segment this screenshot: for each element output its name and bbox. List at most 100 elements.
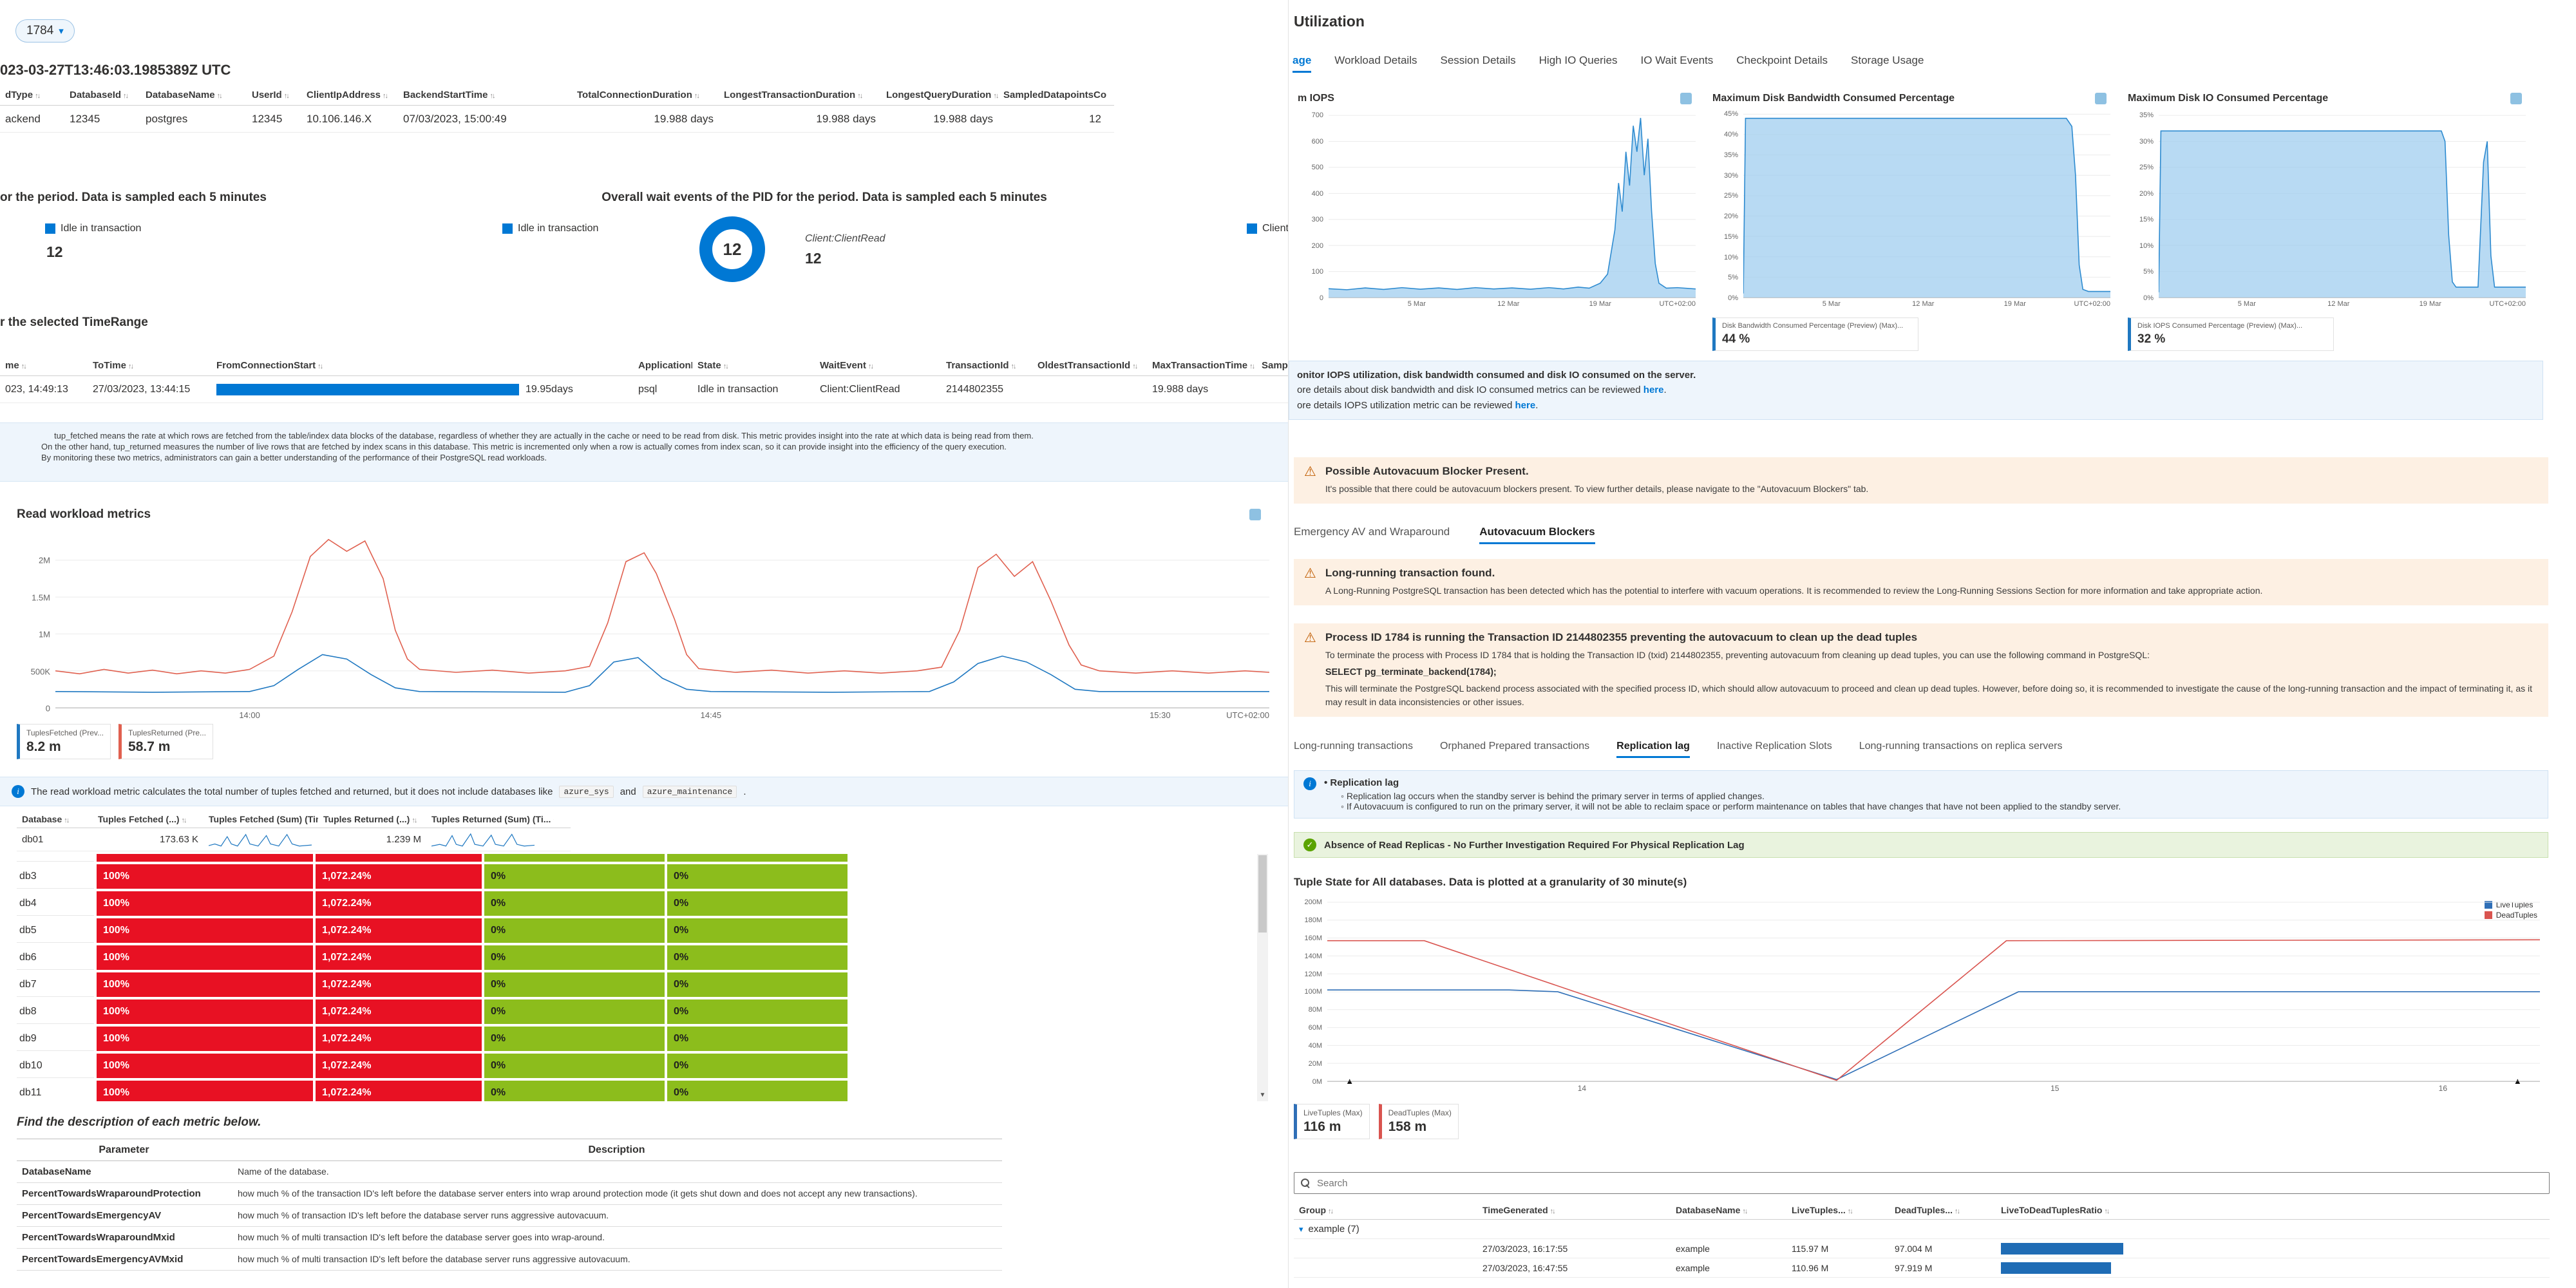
tab-storage-usage[interactable]: Storage Usage xyxy=(1851,54,1924,73)
legend-client[interactable]: Client xyxy=(1247,223,1288,234)
sort-icon[interactable]: ↑↓ xyxy=(217,92,223,100)
search-box[interactable] xyxy=(1294,1172,2550,1194)
tab-emergency-av-and-wraparound[interactable]: Emergency AV and Wraparound xyxy=(1294,526,1450,544)
chevron-down-icon[interactable]: ▾ xyxy=(1299,1224,1303,1235)
sort-icon[interactable]: ↑↓ xyxy=(1011,363,1017,370)
column-header[interactable]: Database ↑↓ xyxy=(17,812,93,826)
column-header[interactable]: LiveTuples... ↑↓ xyxy=(1786,1203,1889,1217)
wait-events-donut[interactable]: 12 xyxy=(699,216,765,282)
sort-icon[interactable]: ↑↓ xyxy=(857,92,863,100)
column-header[interactable]: WaitEvent ↑↓ xyxy=(815,358,941,373)
column-header[interactable]: Tuples Returned (...) ↑↓ xyxy=(318,812,426,826)
sort-icon[interactable]: ↑↓ xyxy=(64,817,70,824)
column-header[interactable]: Group ↑↓ xyxy=(1294,1203,1477,1217)
chart-plot[interactable]: LiveTuples DeadTuples ▲ ▲ xyxy=(1327,898,2540,1086)
tab-workload-details[interactable]: Workload Details xyxy=(1334,54,1417,73)
column-header[interactable]: me ↑↓ xyxy=(0,358,88,373)
sort-icon[interactable]: ↑↓ xyxy=(123,92,129,100)
tab-io-wait-events[interactable]: IO Wait Events xyxy=(1641,54,1714,73)
tab-inactive-replication-slots[interactable]: Inactive Replication Slots xyxy=(1717,741,1832,758)
sort-icon[interactable]: ↑↓ xyxy=(489,92,495,100)
column-header[interactable]: Sampled↑↓ xyxy=(1256,358,1288,373)
column-header[interactable]: ApplicationName↑↓ xyxy=(633,358,692,373)
scrollbar-thumb[interactable] xyxy=(1258,855,1267,933)
column-header[interactable]: TimeGenerated ↑↓ xyxy=(1477,1203,1671,1217)
vertical-scrollbar[interactable]: ▼ xyxy=(1257,854,1268,1101)
column-header[interactable]: LiveToDeadTuplesRatio ↑↓ xyxy=(1996,1203,2163,1217)
column-header[interactable]: DeadTuples... ↑↓ xyxy=(1889,1203,1996,1217)
tab-checkpoint-details[interactable]: Checkpoint Details xyxy=(1736,54,1828,73)
chart-plot[interactable] xyxy=(1743,110,2110,298)
column-header[interactable]: DatabaseName ↑↓ xyxy=(140,88,247,102)
search-input[interactable] xyxy=(1317,1177,2543,1189)
column-header[interactable]: MaxTransactionTime ↑↓ xyxy=(1147,358,1256,373)
sort-icon[interactable]: ↑↓ xyxy=(35,92,41,100)
tab-high-io-queries[interactable]: High IO Queries xyxy=(1539,54,1618,73)
column-header[interactable]: Tuples Fetched (Sum) (Tim...↑↓ xyxy=(204,812,318,826)
column-header[interactable]: UserId ↑↓ xyxy=(247,88,301,102)
sort-icon[interactable]: ↑↓ xyxy=(1848,1208,1853,1215)
pid-filter-pill[interactable]: 1784 ▾ xyxy=(15,19,75,43)
column-header-label: UserId xyxy=(252,90,282,100)
tab-autovacuum-blockers[interactable]: Autovacuum Blockers xyxy=(1479,526,1595,544)
pin-icon[interactable] xyxy=(1249,509,1261,520)
column-header[interactable]: dType ↑↓ xyxy=(0,88,64,102)
sort-icon[interactable]: ↑↓ xyxy=(1328,1208,1334,1215)
pin-icon[interactable] xyxy=(2095,93,2107,104)
chart-plot[interactable] xyxy=(2159,110,2526,298)
tab-orphaned-prepared-transactions[interactable]: Orphaned Prepared transactions xyxy=(1440,741,1589,758)
here-link[interactable]: here xyxy=(1643,384,1664,395)
tab-long-running-transactions[interactable]: Long-running transactions xyxy=(1294,741,1413,758)
sort-icon[interactable]: ↑↓ xyxy=(1249,363,1255,370)
column-header[interactable]: SampledDatapointsCounter↑↓ xyxy=(998,88,1106,102)
duration-label: 19.95days xyxy=(526,383,573,395)
sort-icon[interactable]: ↑↓ xyxy=(553,817,554,824)
sort-icon[interactable]: ↑↓ xyxy=(128,363,134,370)
column-header[interactable]: Tuples Returned (Sum) (Ti...↑↓ xyxy=(426,812,554,826)
sort-icon[interactable]: ↑↓ xyxy=(723,363,729,370)
legend-idle-in-transaction[interactable]: Idle in transaction xyxy=(45,223,141,234)
sort-icon[interactable]: ↑↓ xyxy=(694,92,700,100)
sort-icon[interactable]: ↑↓ xyxy=(182,817,187,824)
pin-icon[interactable] xyxy=(1680,93,1692,104)
column-header[interactable]: ClientIpAddress ↑↓ xyxy=(301,88,398,102)
sort-icon[interactable]: ↑↓ xyxy=(1550,1208,1556,1215)
sort-icon[interactable]: ↑↓ xyxy=(1955,1208,1960,1215)
column-header[interactable]: FromConnectionStart ↑↓ xyxy=(211,358,633,373)
scrollbar-down-button[interactable]: ▼ xyxy=(1257,1090,1268,1101)
tab-replication-lag[interactable]: Replication lag xyxy=(1616,741,1690,758)
column-header[interactable]: Tuples Fetched (...) ↑↓ xyxy=(93,812,204,826)
sort-icon[interactable]: ↑↓ xyxy=(868,363,874,370)
column-header[interactable]: LongestQueryDuration ↑↓ xyxy=(881,88,998,102)
column-header[interactable]: LongestTransactionDuration ↑↓ xyxy=(719,88,881,102)
warning-icon: ⚠ xyxy=(1304,464,1316,479)
sort-icon[interactable]: ↑↓ xyxy=(2104,1208,2110,1215)
table-row: db7 100% 1,072.24% 0% 0% xyxy=(17,972,854,997)
sort-icon[interactable]: ↑↓ xyxy=(317,363,323,370)
legend-idle-in-transaction-2[interactable]: Idle in transaction xyxy=(502,223,598,234)
column-header[interactable]: OldestTransactionId ↑↓ xyxy=(1032,358,1147,373)
column-header[interactable]: TotalConnectionDuration ↑↓ xyxy=(572,88,719,102)
tab-usage[interactable]: age xyxy=(1293,54,1312,73)
column-header[interactable]: State ↑↓ xyxy=(692,358,815,373)
sort-icon[interactable]: ↑↓ xyxy=(1132,363,1138,370)
column-header[interactable]: DatabaseId ↑↓ xyxy=(64,88,140,102)
column-header[interactable]: TransactionId ↑↓ xyxy=(941,358,1032,373)
column-header[interactable]: DatabaseName ↑↓ xyxy=(1671,1203,1786,1217)
tab-long-running-replica[interactable]: Long-running transactions on replica ser… xyxy=(1859,741,2063,758)
tab-session-details[interactable]: Session Details xyxy=(1440,54,1515,73)
sort-icon[interactable]: ↑↓ xyxy=(993,92,998,100)
sort-icon[interactable]: ↑↓ xyxy=(383,92,388,100)
pin-icon[interactable] xyxy=(2510,93,2522,104)
column-header[interactable]: BackendStartTime ↑↓ xyxy=(398,88,572,102)
group-row[interactable]: ▾ example (7) xyxy=(1294,1220,2550,1239)
fetched-cell: 173.63 K xyxy=(159,834,198,845)
column-header[interactable]: ToTime ↑↓ xyxy=(88,358,211,373)
chart-plot[interactable] xyxy=(1329,110,1696,298)
sort-icon[interactable]: ↑↓ xyxy=(412,817,417,824)
here-link[interactable]: here xyxy=(1515,400,1536,411)
chart-plot[interactable] xyxy=(55,531,1269,708)
sort-icon[interactable]: ↑↓ xyxy=(1742,1208,1748,1215)
sort-icon[interactable]: ↑↓ xyxy=(21,363,27,370)
sort-icon[interactable]: ↑↓ xyxy=(284,92,290,100)
